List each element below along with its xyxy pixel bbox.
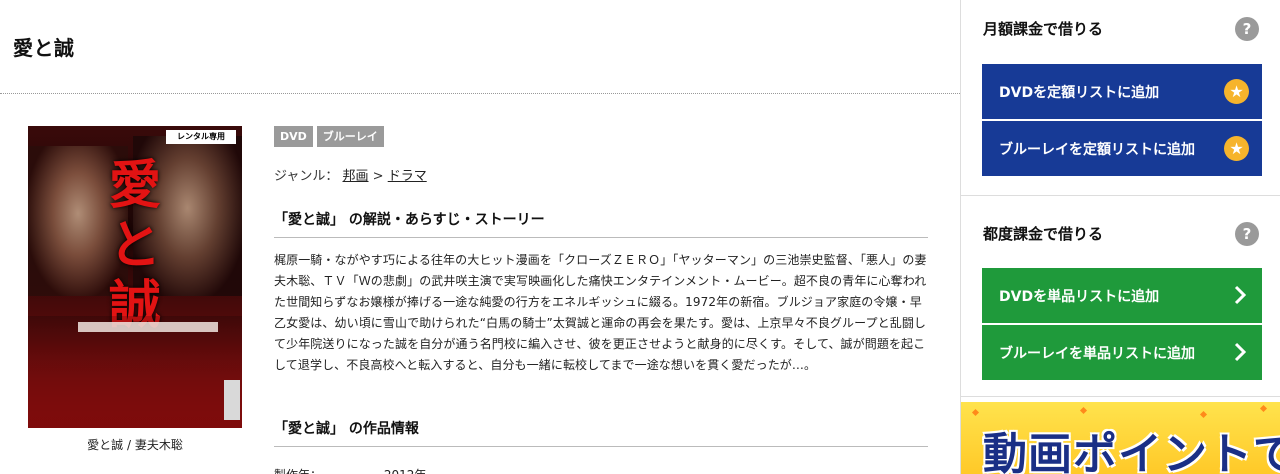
poster-crowd-image	[28, 316, 242, 428]
monthly-title: 月額課金で借りる	[983, 20, 1104, 38]
button-label: ブルーレイを定額リストに追加	[999, 141, 1195, 158]
banner-text: 動画ポイントで	[983, 429, 1280, 474]
poster-rental-mark	[224, 380, 240, 420]
movie-poster[interactable]: レンタル専用 愛と誠	[28, 126, 242, 428]
rental-sidebar: 月額課金で借りる ? DVDを定額リストに追加 ★ ブルーレイを定額リストに追加…	[960, 0, 1280, 474]
button-label: DVDを単品リストに追加	[999, 288, 1160, 305]
chevron-right-icon	[1234, 285, 1246, 305]
genre-label: ジャンル：	[274, 169, 339, 184]
poster-caption: 愛と誠 / 妻夫木聡	[87, 438, 183, 452]
genre-link-hougа[interactable]: 邦画	[343, 169, 369, 184]
info-label: 製作年：	[274, 466, 380, 474]
add-dvd-single-button[interactable]: DVDを単品リストに追加	[982, 268, 1262, 323]
synopsis-text: 梶原一騎・ながやす巧による往年の大ヒット漫画を「クローズＺＥＲＯ」「ヤッターマン…	[274, 253, 927, 372]
add-dvd-monthly-button[interactable]: DVDを定額リストに追加 ★	[982, 64, 1262, 119]
video-points-banner[interactable]: 動画ポイントで	[961, 402, 1280, 474]
tag-bluray: ブルーレイ	[316, 126, 384, 147]
info-value: 2012年	[384, 466, 427, 474]
help-icon[interactable]: ?	[1235, 17, 1259, 41]
per-item-title: 都度課金で借りる	[983, 225, 1104, 243]
info-row-year: 製作年： 2012年	[274, 466, 426, 474]
detail-content: DVD ブルーレイ ジャンル： 邦画 > ドラマ 「愛と誠」 の解説・あらすじ・…	[274, 126, 928, 474]
genre-separator: >	[372, 169, 384, 184]
poster-rental-badge: レンタル専用	[166, 130, 236, 144]
add-bluray-monthly-button[interactable]: ブルーレイを定額リストに追加 ★	[982, 121, 1262, 176]
format-tags: DVD ブルーレイ	[274, 126, 928, 147]
poster-credits	[78, 322, 218, 332]
help-icon[interactable]: ?	[1235, 222, 1259, 246]
genre-link-drama[interactable]: ドラマ	[388, 169, 427, 184]
star-icon: ★	[1224, 79, 1249, 104]
button-label: DVDを定額リストに追加	[999, 84, 1160, 101]
page-title: 愛と誠	[13, 36, 75, 60]
sparkle-decoration	[1259, 404, 1268, 413]
button-label: ブルーレイを単品リストに追加	[999, 345, 1195, 362]
star-icon: ★	[1224, 136, 1249, 161]
title-bar: 愛と誠	[0, 0, 960, 94]
genre-breadcrumb: ジャンル： 邦画 > ドラマ	[274, 165, 928, 184]
monthly-rental-box: 月額課金で借りる ? DVDを定額リストに追加 ★ ブルーレイを定額リストに追加…	[961, 0, 1280, 196]
sparkle-decoration	[1199, 410, 1208, 419]
info-heading: 「愛と誠」 の作品情報	[274, 418, 928, 447]
synopsis-heading: 「愛と誠」 の解説・あらすじ・ストーリー	[274, 209, 928, 238]
add-bluray-single-button[interactable]: ブルーレイを単品リストに追加	[982, 325, 1262, 380]
chevron-right-icon	[1234, 342, 1246, 362]
main-content: 愛と誠 レンタル専用 愛と誠 愛と誠 / 妻夫木聡 DVD ブルーレイ ジャンル…	[0, 0, 960, 474]
tag-dvd: DVD	[274, 126, 313, 147]
sparkle-decoration	[971, 408, 980, 417]
per-item-rental-box: 都度課金で借りる ? DVDを単品リストに追加 ブルーレイを単品リストに追加	[961, 199, 1280, 397]
sparkle-decoration	[1079, 406, 1088, 415]
poster-title-art: 愛と誠	[108, 155, 161, 336]
